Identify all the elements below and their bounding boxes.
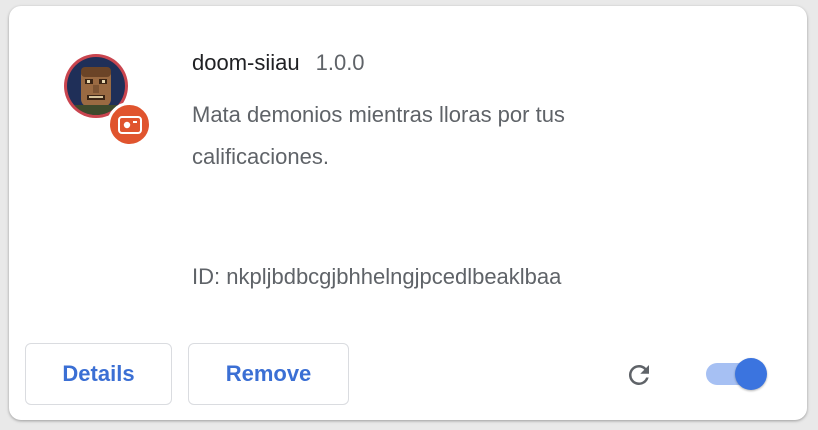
details-button[interactable]: Details [25,343,172,405]
extension-description: Mata demonios mientras lloras por tus ca… [192,102,565,169]
remove-button[interactable]: Remove [188,343,349,405]
policy-badge-icon [107,102,152,147]
extension-icon-group [64,54,154,148]
extension-card: doom-siiau 1.0.0 Mata demonios mientras … [9,6,807,420]
enable-toggle[interactable] [706,358,770,390]
extension-title-row: doom-siiau 1.0.0 [192,50,365,76]
reload-icon[interactable] [621,357,657,393]
extension-name: doom-siiau [192,50,300,75]
toggle-knob [735,358,767,390]
extension-id: ID: nkpljbdbcgjbhhelngjpcedlbeaklbaa [192,264,562,289]
extension-version: 1.0.0 [315,50,365,75]
